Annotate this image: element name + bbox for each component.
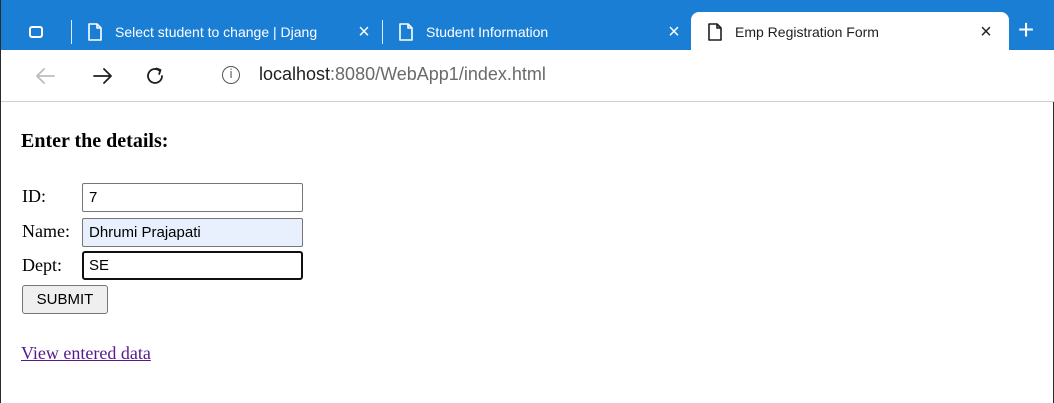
submit-button[interactable]: SUBMIT: [22, 285, 108, 314]
id-label: ID:: [22, 186, 46, 206]
close-icon[interactable]: ×: [976, 22, 996, 42]
address-path: :8080/WebApp1/index.html: [330, 64, 546, 84]
tab-separator: [71, 20, 72, 44]
close-icon[interactable]: ×: [354, 22, 374, 42]
view-entered-data-link[interactable]: View entered data: [21, 343, 151, 364]
new-tab-icon[interactable]: +: [1013, 16, 1039, 44]
id-field[interactable]: [82, 183, 303, 212]
back-icon[interactable]: [31, 62, 59, 90]
tab-separator: [382, 20, 383, 44]
tab-emp-registration[interactable]: Emp Registration Form ×: [691, 12, 1009, 52]
address-bar[interactable]: localhost:8080/WebApp1/index.html: [259, 64, 546, 85]
tab-title: Student Information: [426, 24, 549, 40]
dept-label: Dept:: [22, 255, 62, 275]
close-icon[interactable]: ×: [664, 22, 684, 42]
tab-actions-icon[interactable]: [25, 22, 47, 42]
browser-window: Select student to change | Djang × Stude…: [0, 0, 1054, 403]
dept-field[interactable]: [82, 251, 303, 280]
tab-student-information[interactable]: Student Information ×: [398, 14, 688, 50]
tab-title: Emp Registration Form: [735, 24, 879, 40]
forward-icon[interactable]: [89, 62, 117, 90]
tab-title: Select student to change | Djang: [115, 24, 318, 40]
reload-icon[interactable]: [141, 62, 169, 90]
name-field[interactable]: [82, 218, 303, 247]
page-icon: [708, 23, 722, 41]
page-heading: Enter the details:: [21, 130, 169, 152]
browser-toolbar: i localhost:8080/WebApp1/index.html: [1, 50, 1054, 102]
address-host: localhost: [259, 64, 331, 84]
page-icon: [88, 23, 102, 41]
page-icon: [399, 23, 413, 41]
tab-select-student[interactable]: Select student to change | Djang ×: [87, 14, 377, 50]
name-label: Name:: [22, 221, 70, 241]
site-info-icon[interactable]: i: [222, 66, 240, 84]
